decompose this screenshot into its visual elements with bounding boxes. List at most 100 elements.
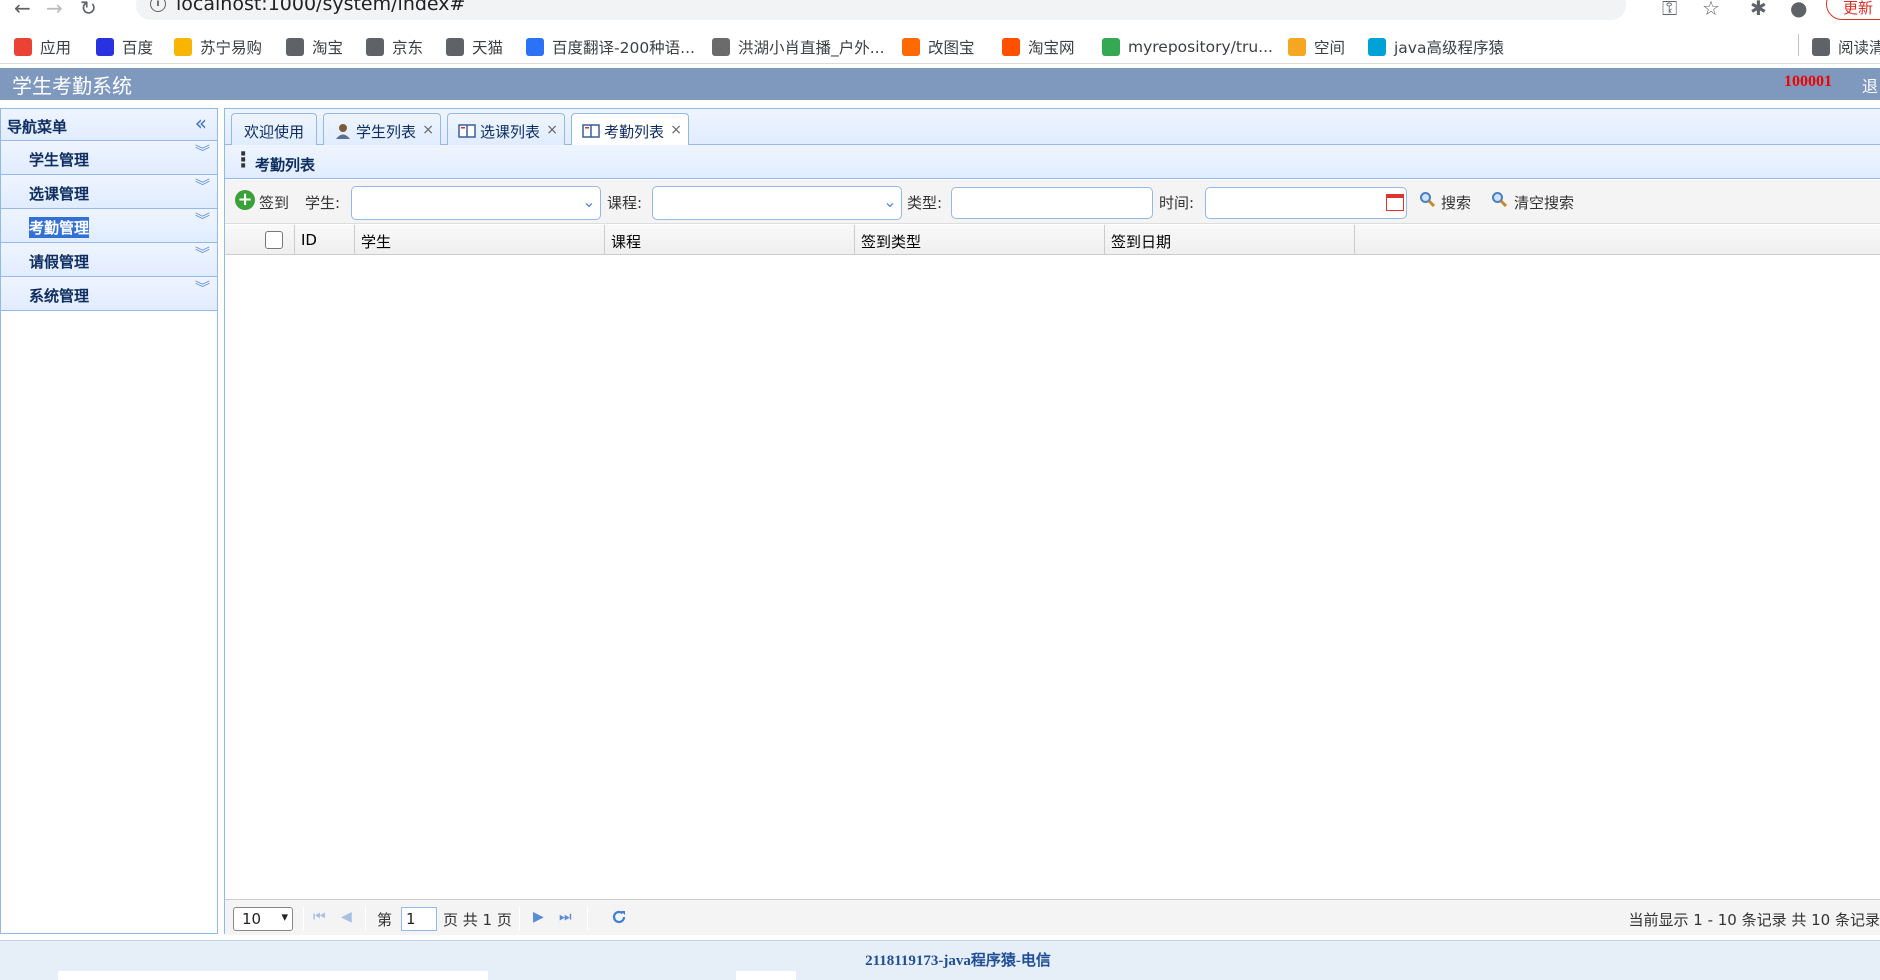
page-size-select[interactable]: 10 ▾ (233, 907, 293, 931)
bookmark-label: 淘宝 (312, 39, 344, 57)
double-chevron-down-icon[interactable]: ︾ (195, 179, 210, 194)
globe-icon (286, 38, 304, 56)
profile-icon[interactable]: ● (1790, 0, 1807, 20)
tab-course-list[interactable]: 选课列表 × (447, 113, 565, 145)
nav-item-system[interactable]: 系统管理 ︾ (1, 277, 217, 311)
pager-divider (519, 906, 520, 930)
column-header-id[interactable]: ID (295, 225, 355, 255)
first-page-icon[interactable]: ⏮ (313, 909, 326, 925)
bookmark-label: java高级程序猿 (1394, 39, 1504, 57)
clear-search-icon[interactable] (1491, 191, 1507, 207)
add-icon[interactable]: + (235, 190, 255, 210)
close-tab-icon[interactable]: × (546, 122, 558, 138)
page-count-text: 页 共 1 页 (443, 911, 512, 929)
column-header-signin-date[interactable]: 签到日期 (1105, 225, 1355, 255)
taobao-icon (1002, 38, 1020, 56)
tab-student-list[interactable]: 学生列表 × (323, 113, 441, 145)
panel-header: · · · 考勤列表 (225, 144, 1880, 179)
bookmark-item[interactable]: 淘宝 (286, 35, 343, 59)
app-footer: 2118119173-java程序猿-电信 (0, 940, 1880, 980)
column-header-student[interactable]: 学生 (355, 225, 605, 255)
nav-item-label: 选课管理 (29, 185, 90, 203)
bookmark-item[interactable]: 百度翻译-200种语... (526, 35, 695, 59)
double-chevron-down-icon[interactable]: ︾ (195, 247, 210, 262)
bookmark-label: 应用 (40, 39, 72, 57)
extensions-icon[interactable]: ✱ (1750, 0, 1767, 20)
footer-text: 2118119173-java程序猿-电信 (865, 953, 1051, 969)
chevron-down-icon[interactable]: ⌄ (578, 187, 600, 219)
double-chevron-down-icon[interactable]: ︾ (195, 213, 210, 228)
bookmark-item[interactable]: 天猫 (446, 35, 503, 59)
collapse-panel-icon[interactable]: « (195, 113, 207, 133)
pager-divider (587, 906, 588, 930)
app-header: 学生考勤系统 100001 退出 (0, 68, 1880, 120)
key-icon[interactable]: ⚿ (1662, 0, 1677, 20)
page-number-input[interactable]: 1 (401, 907, 437, 931)
double-chevron-down-icon[interactable]: ︾ (195, 145, 210, 160)
reload-icon[interactable]: ↻ (80, 0, 97, 20)
student-combobox[interactable]: ⌄ (351, 186, 601, 220)
tab-label: 考勤列表 (604, 123, 665, 141)
nav-title: 导航菜单 (7, 118, 68, 136)
star-icon[interactable]: ☆ (1702, 0, 1720, 20)
double-chevron-down-icon[interactable]: ︾ (195, 281, 210, 296)
tab-attendance-list[interactable]: 考勤列表 × (571, 113, 689, 146)
url-text: localhost:1000/system/index# (176, 0, 466, 15)
bookmark-item[interactable]: 苏宁易购 (174, 35, 262, 59)
page-prefix: 第 (377, 911, 393, 929)
address-bar[interactable]: i localhost:1000/system/index# (136, 0, 1626, 20)
time-datebox[interactable] (1205, 187, 1407, 219)
bookmark-item[interactable]: 阅读清 (1812, 35, 1880, 59)
pagination-bar: 10 ▾ ⏮ ◀ 第 1 页 共 1 页 ▶ ⏭ 当前显示 1 - 10 条记录… (225, 899, 1880, 935)
last-page-icon[interactable]: ⏭ (559, 909, 572, 925)
suning-lion-icon (174, 38, 192, 56)
site-info-icon[interactable]: i (150, 0, 166, 12)
tab-welcome[interactable]: 欢迎使用 (231, 113, 317, 145)
nav-item-students[interactable]: 学生管理 ︾ (1, 141, 217, 175)
next-page-icon[interactable]: ▶ (533, 909, 544, 925)
bookmark-label: 空间 (1314, 39, 1346, 57)
update-button[interactable]: 更新 (1826, 0, 1880, 20)
bookmark-item[interactable]: 应用 (14, 35, 71, 59)
repo-icon (1102, 38, 1120, 56)
signin-button[interactable]: 签到 (259, 192, 289, 213)
select-all-checkbox[interactable] (265, 231, 283, 249)
close-tab-icon[interactable]: × (422, 122, 434, 138)
type-input[interactable] (951, 187, 1153, 219)
nav-item-attendance[interactable]: 考勤管理 ︾ (1, 209, 217, 243)
nav-item-course-selection[interactable]: 选课管理 ︾ (1, 175, 217, 209)
live-stream-icon (712, 38, 730, 56)
search-icon[interactable] (1419, 191, 1435, 207)
current-user-id: 100001 (1784, 73, 1832, 90)
tab-label: 学生列表 (356, 123, 417, 141)
bookmark-item[interactable]: 京东 (366, 35, 423, 59)
navigation-panel: 导航菜单 « 学生管理 ︾ 选课管理 ︾ 考勤管理 ︾ 请假管理 ︾ 系统管理 ︾ (0, 108, 218, 934)
refresh-icon[interactable] (610, 908, 628, 926)
column-header-course[interactable]: 课程 (605, 225, 855, 255)
clear-search-button[interactable]: 清空搜索 (1514, 192, 1574, 213)
search-button[interactable]: 搜索 (1441, 192, 1471, 213)
chevron-down-icon[interactable]: ⌄ (879, 187, 901, 219)
forward-icon[interactable]: → (46, 0, 63, 20)
browser-address-row: ← → ↻ i localhost:1000/system/index# ⚿ ☆… (0, 0, 1880, 22)
globe-icon (446, 38, 464, 56)
bookmark-item[interactable]: 百度 (96, 35, 153, 59)
main-content: 欢迎使用 学生列表 × 选课列表 × 考勤列表 × · · · 考勤列表 + 签到 学生: ⌄ … (224, 108, 1880, 935)
bookmark-item[interactable]: myrepository/tru... (1102, 35, 1273, 59)
bookmark-item[interactable]: java高级程序猿 (1368, 35, 1504, 59)
back-icon[interactable]: ← (14, 0, 31, 20)
bookmark-item[interactable]: 淘宝网 (1002, 35, 1075, 59)
course-combobox[interactable]: ⌄ (652, 186, 902, 220)
chevron-down-icon: ▾ (281, 910, 288, 925)
nav-item-leave[interactable]: 请假管理 ︾ (1, 243, 217, 277)
calendar-icon[interactable] (1386, 194, 1404, 211)
close-tab-icon[interactable]: × (670, 122, 682, 138)
bookmark-label: 改图宝 (928, 39, 975, 57)
bookmark-item[interactable]: 改图宝 (902, 35, 975, 59)
column-header-signin-type[interactable]: 签到类型 (855, 225, 1105, 255)
apps-grid-icon (14, 38, 32, 56)
bookmarks-separator (1798, 34, 1799, 56)
bookmark-item[interactable]: 洪湖小肖直播_户外... (712, 35, 885, 59)
prev-page-icon[interactable]: ◀ (341, 909, 352, 925)
bookmark-item[interactable]: 空间 (1288, 35, 1345, 59)
